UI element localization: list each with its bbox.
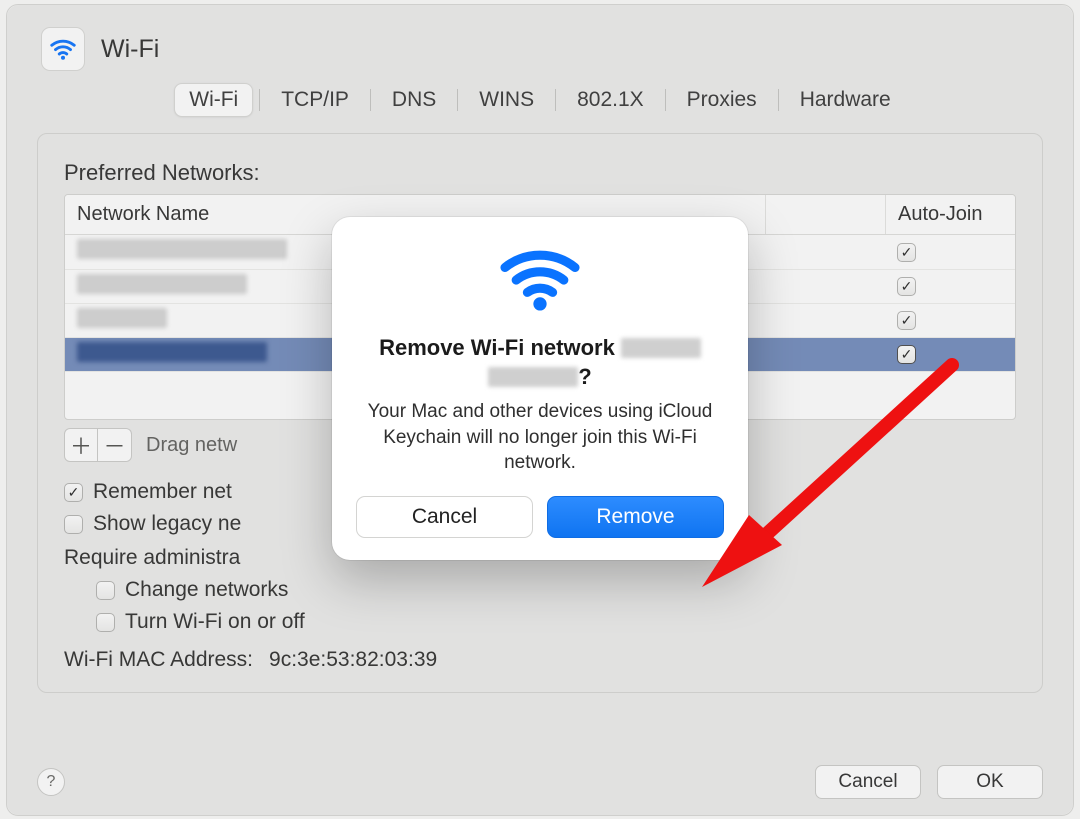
- tab-separator: [457, 89, 458, 111]
- checkbox-icon: ✓: [64, 515, 83, 534]
- dialog-remove-button[interactable]: Remove: [547, 496, 724, 538]
- dialog-title-suffix: ?: [578, 364, 591, 389]
- tab-dns[interactable]: DNS: [377, 83, 451, 117]
- page-title: Wi-Fi: [101, 35, 159, 64]
- auto-join-checkbox[interactable]: ✓: [897, 277, 916, 296]
- cancel-button[interactable]: Cancel: [815, 765, 921, 799]
- mac-address-value: 9c:3e:53:82:03:39: [269, 648, 437, 672]
- option-label: Change networks: [125, 578, 288, 602]
- network-advanced-window: Wi-Fi Wi-Fi TCP/IP DNS WINS 802.1X Proxi…: [6, 4, 1074, 816]
- auto-join-checkbox[interactable]: ✓: [897, 345, 916, 364]
- tab-wins[interactable]: WINS: [464, 83, 549, 117]
- mac-address-row: Wi-Fi MAC Address: 9c:3e:53:82:03:39: [64, 648, 1016, 672]
- tab-bar: Wi-Fi TCP/IP DNS WINS 802.1X Proxies Har…: [7, 83, 1073, 117]
- dialog-cancel-button[interactable]: Cancel: [356, 496, 533, 538]
- option-change-networks[interactable]: ✓ Change networks: [96, 578, 1016, 602]
- remove-network-button[interactable]: －: [98, 428, 132, 462]
- wifi-header-icon-box: [41, 27, 85, 71]
- tab-separator: [259, 89, 260, 111]
- option-label: Show legacy ne: [93, 512, 241, 536]
- tab-separator: [778, 89, 779, 111]
- checkbox-icon: ✓: [96, 581, 115, 600]
- add-network-button[interactable]: ＋: [64, 428, 98, 462]
- wifi-icon: [48, 34, 78, 64]
- option-turn-wifi[interactable]: ✓ Turn Wi-Fi on or off: [96, 610, 1016, 634]
- ok-button[interactable]: OK: [937, 765, 1043, 799]
- help-button[interactable]: ?: [37, 768, 65, 796]
- column-auto-join[interactable]: Auto-Join: [885, 195, 1015, 234]
- option-label: Remember net: [93, 480, 232, 504]
- window-header: Wi-Fi: [7, 5, 1073, 79]
- window-footer: ? Cancel OK: [37, 765, 1043, 799]
- wifi-icon: [495, 243, 585, 313]
- dialog-title-prefix: Remove Wi-Fi network: [379, 335, 621, 360]
- tab-proxies[interactable]: Proxies: [672, 83, 772, 117]
- tab-tcpip[interactable]: TCP/IP: [266, 83, 364, 117]
- column-security[interactable]: [765, 195, 885, 234]
- dialog-description: Your Mac and other devices using iCloud …: [364, 399, 716, 476]
- tab-separator: [665, 89, 666, 111]
- auto-join-checkbox[interactable]: ✓: [897, 243, 916, 262]
- checkbox-icon: ✓: [64, 483, 83, 502]
- remove-network-dialog: Remove Wi-Fi network ? Your Mac and othe…: [332, 217, 748, 560]
- tab-wifi[interactable]: Wi-Fi: [174, 83, 253, 117]
- dialog-title: Remove Wi-Fi network ?: [362, 334, 718, 391]
- tab-8021x[interactable]: 802.1X: [562, 83, 659, 117]
- tab-hardware[interactable]: Hardware: [785, 83, 906, 117]
- tab-separator: [370, 89, 371, 111]
- option-label: Turn Wi-Fi on or off: [125, 610, 305, 634]
- drag-hint: Drag netw: [146, 434, 237, 457]
- tab-separator: [555, 89, 556, 111]
- preferred-networks-label: Preferred Networks:: [64, 160, 1016, 186]
- checkbox-icon: ✓: [96, 613, 115, 632]
- auto-join-checkbox[interactable]: ✓: [897, 311, 916, 330]
- mac-address-label: Wi-Fi MAC Address:: [64, 648, 253, 672]
